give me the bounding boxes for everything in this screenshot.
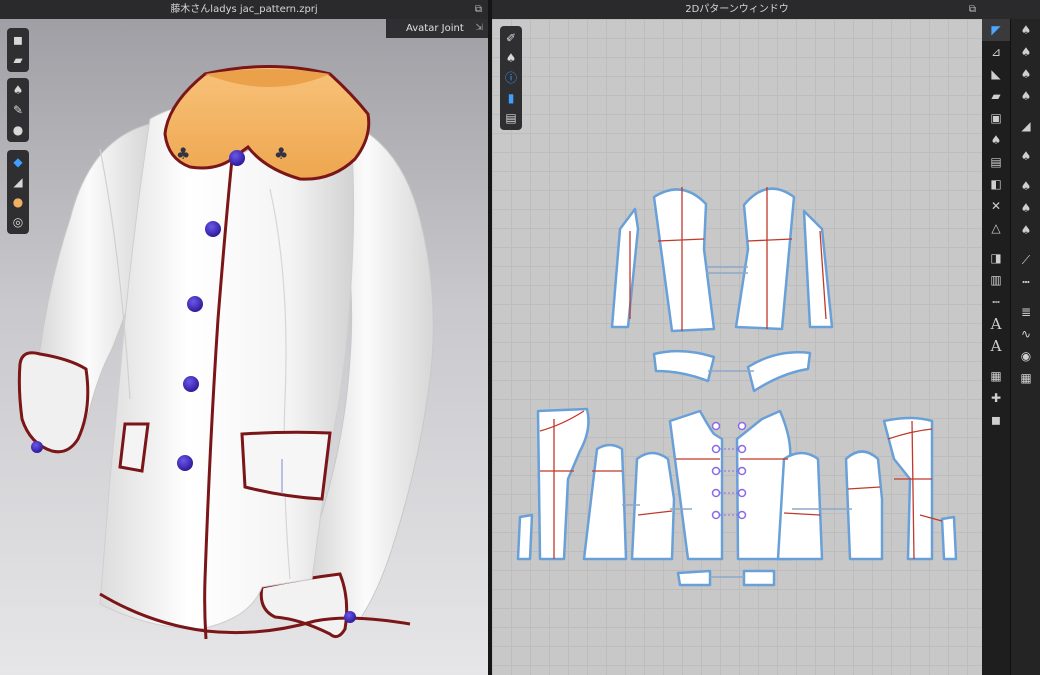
pattern-piece-collar-right[interactable] <box>746 351 812 393</box>
left-cuff <box>17 351 90 454</box>
pattern-piece-sleeve-top-right[interactable] <box>734 187 796 331</box>
pin-icon[interactable]: ▥ <box>982 269 1010 291</box>
button <box>177 455 193 471</box>
pattern-piece-back-left[interactable] <box>536 407 590 561</box>
buttonhole-marker[interactable] <box>737 510 747 520</box>
pattern-piece-facing-left[interactable] <box>516 513 534 561</box>
pattern-piece-facing-right[interactable] <box>940 515 958 561</box>
seam-icon[interactable]: ⟋ <box>1011 249 1040 271</box>
button <box>229 150 245 166</box>
buttonhole-marker[interactable] <box>737 421 747 431</box>
text-icon[interactable]: A <box>982 313 1010 335</box>
3d-window-pin-icon[interactable]: ⧉ <box>475 0 482 19</box>
line-icon[interactable]: △ <box>982 217 1010 239</box>
polygon-icon[interactable]: ▰ <box>982 85 1010 107</box>
pattern-piece-sleeve-under-right[interactable] <box>802 209 834 329</box>
pattern-piece-sleeve-under-left[interactable] <box>610 207 640 329</box>
buttonhole-marker[interactable] <box>737 488 747 498</box>
pattern-piece-tab-right[interactable] <box>742 569 776 587</box>
pin-tool-icon[interactable]: ✚ <box>982 387 1010 409</box>
lock-icon[interactable]: ◼ <box>982 409 1010 431</box>
right-pocket-flap <box>240 430 332 501</box>
button <box>183 376 199 392</box>
toolbar-header <box>982 0 1040 19</box>
buttonhole-marker[interactable] <box>737 444 747 454</box>
zip-icon[interactable]: ≣ <box>1011 301 1040 323</box>
3d-window-title: 藤木さんladys jac_pattern.zprj <box>170 4 318 15</box>
left-pocket-flap <box>118 422 150 473</box>
button-marker[interactable] <box>711 444 721 454</box>
button-icon[interactable]: ◉ <box>1011 345 1040 367</box>
shirt-sew-icon[interactable]: ♠ <box>1011 85 1040 107</box>
button <box>187 296 203 312</box>
2d-pattern-window[interactable]: 2Dパターンウィンドウ ⧉ ✐ ♠ ⓘ ▮ ▤ <box>492 0 982 675</box>
text-sub-icon[interactable]: A <box>982 335 1010 357</box>
topstitch-icon[interactable]: ∿ <box>1011 323 1040 345</box>
buttonhole-marker[interactable] <box>737 466 747 476</box>
shirt-arrow-icon[interactable]: ♠ <box>1011 175 1040 197</box>
pattern-piece-back-right[interactable] <box>882 416 934 561</box>
edit-point-icon[interactable]: ◣ <box>982 63 1010 85</box>
button-marker[interactable] <box>711 488 721 498</box>
2d-window-pin-icon[interactable]: ⧉ <box>969 0 976 19</box>
button-marker[interactable] <box>711 466 721 476</box>
iron-icon[interactable]: ◢ <box>1011 115 1040 137</box>
shirt-move-icon[interactable]: ♠ <box>1011 41 1040 63</box>
button-marker[interactable] <box>711 510 721 520</box>
pattern-piece-front-left[interactable] <box>668 409 724 561</box>
clo3d-app: 藤木さんladys jac_pattern.zprj ⧉ Avatar Join… <box>0 0 1040 675</box>
3d-jacket-viewport[interactable]: ♣ ♣ <box>0 19 488 675</box>
pattern-piece-side-back-left[interactable] <box>582 443 628 561</box>
free-sewing-icon[interactable]: ✕ <box>982 195 1010 217</box>
tee-icon[interactable]: ♠ <box>1011 145 1040 167</box>
2d-window-title: 2Dパターンウィンドウ <box>685 4 789 15</box>
2d-window-titlebar: 2Dパターンウィンドウ ⧉ <box>492 0 982 19</box>
button <box>205 221 221 237</box>
pattern-canvas[interactable] <box>492 19 982 675</box>
pattern-piece-side-front-right[interactable] <box>776 451 824 561</box>
shirt-grid-icon[interactable]: ♠ <box>1011 219 1040 241</box>
shirt-gear-icon[interactable]: ♠ <box>1011 63 1040 85</box>
rectangle-icon[interactable]: ▣ <box>982 107 1010 129</box>
3d-garment-toolbar-right: ♠ ♠ ♠ ♠ ◢ ♠ ♠ ♠ ♠ ⟋ ┅ ≣ ∿ ◉ ▦ <box>1010 19 1040 675</box>
shirt-dots-icon[interactable]: ♠ <box>1011 197 1040 219</box>
fold-icon[interactable]: ◨ <box>982 247 1010 269</box>
cuff-button <box>344 611 356 623</box>
measure-icon[interactable]: ┉ <box>982 291 1010 313</box>
grid-icon[interactable]: ▦ <box>982 365 1010 387</box>
segment-icon[interactable]: ◧ <box>982 173 1010 195</box>
pattern-piece-collar-left[interactable] <box>652 349 716 383</box>
3d-window-titlebar: 藤木さんladys jac_pattern.zprj ⧉ <box>0 0 488 19</box>
cuff-button <box>31 441 43 453</box>
2d-pattern-toolbar: ◤ ⊿ ◣ ▰ ▣ ♠ ▤ ◧ ✕ △ ◨ ▥ ┉ A A ▦ ✚ ◼ <box>982 19 1010 675</box>
select-icon[interactable]: ◤ <box>982 19 1010 41</box>
pattern-piece-side-front-left[interactable] <box>630 451 676 561</box>
pattern-piece-side-back-right[interactable] <box>844 450 884 561</box>
collar-embroidery-right: ♣ <box>274 144 288 163</box>
3d-garment-window[interactable]: 藤木さんladys jac_pattern.zprj ⧉ Avatar Join… <box>0 0 488 675</box>
button-marker[interactable] <box>711 421 721 431</box>
internal-line-icon[interactable]: ♠ <box>982 129 1010 151</box>
pattern-piece-sleeve-top-left[interactable] <box>652 188 716 333</box>
collar-embroidery-left: ♣ <box>176 144 190 163</box>
sewing-icon[interactable]: ▤ <box>982 151 1010 173</box>
pattern-piece-tab-left[interactable] <box>676 569 712 587</box>
buttonhole-icon[interactable]: ▦ <box>1011 367 1040 389</box>
shirt-select-icon[interactable]: ♠ <box>1011 19 1040 41</box>
stitch-icon[interactable]: ┅ <box>1011 271 1040 293</box>
transform-icon[interactable]: ⊿ <box>982 41 1010 63</box>
